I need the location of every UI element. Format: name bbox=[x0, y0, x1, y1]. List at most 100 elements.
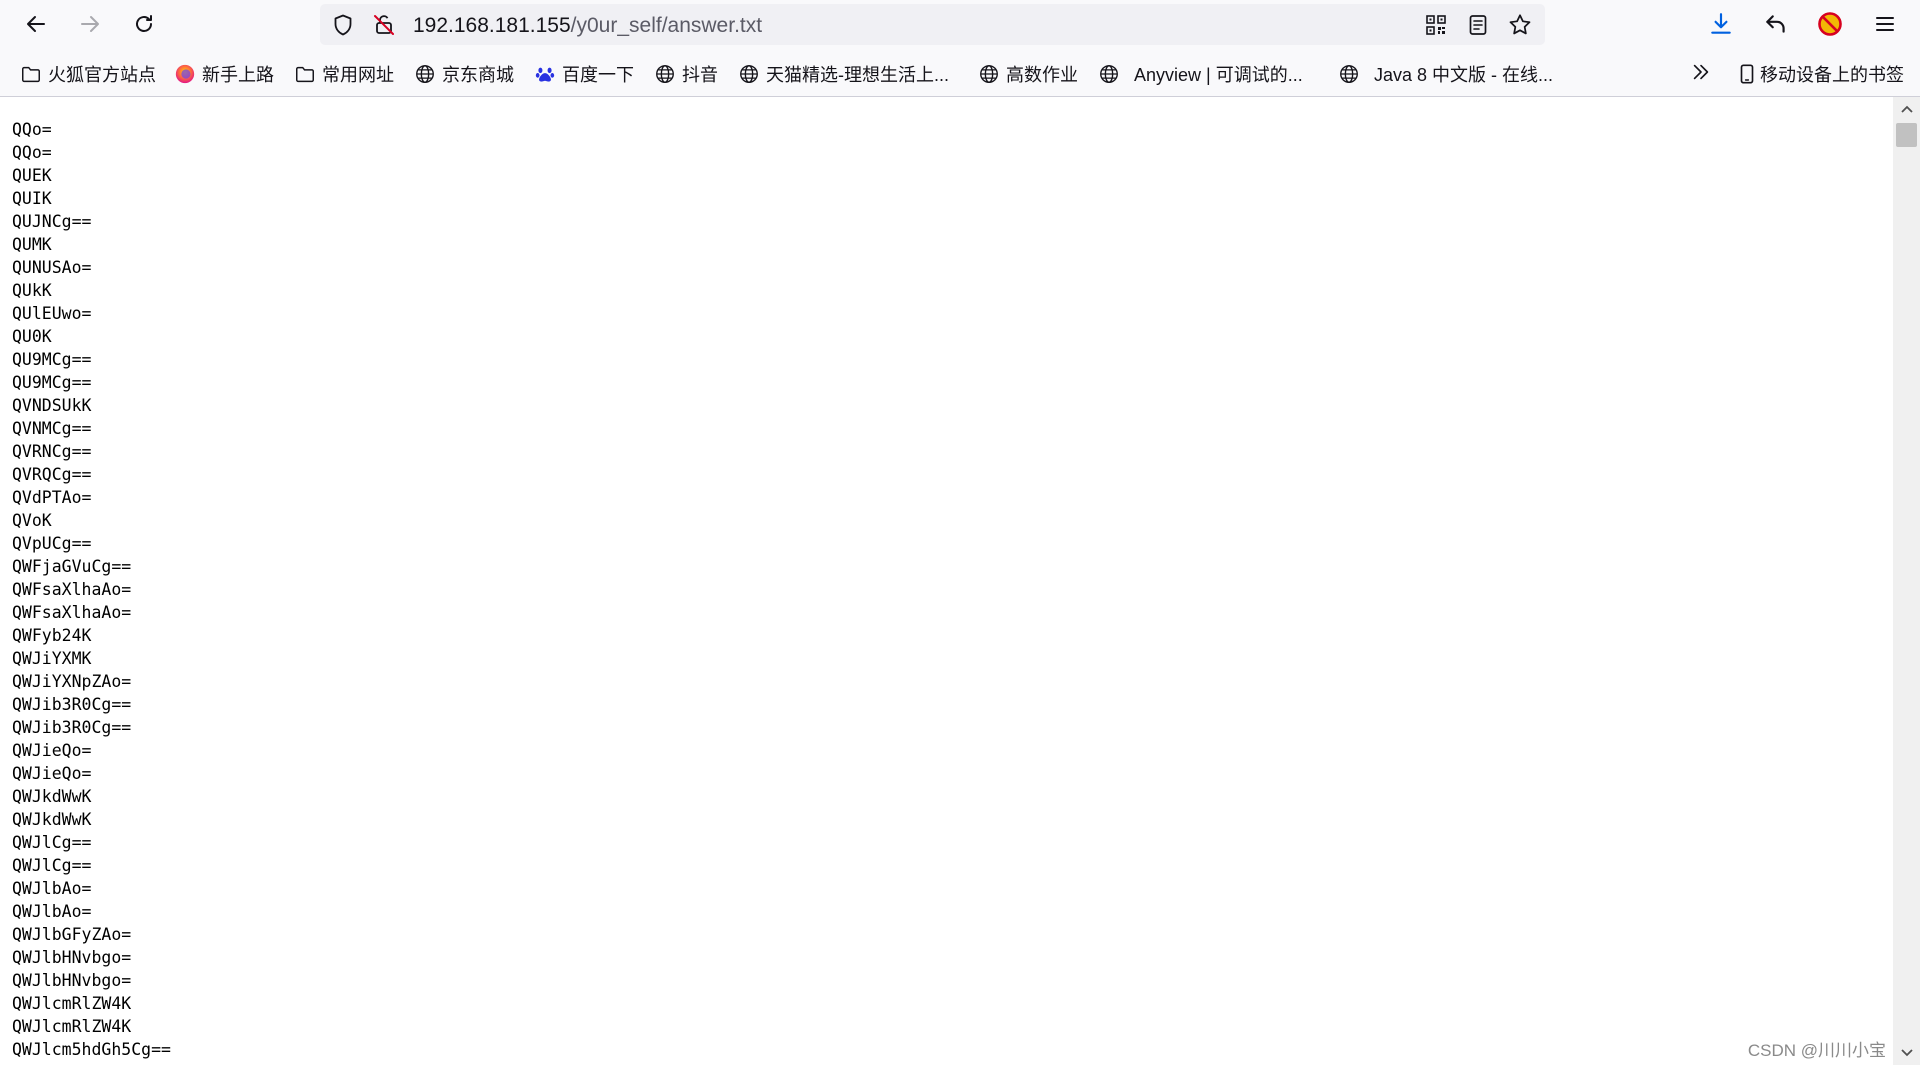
bookmark-item[interactable]: 抖音 bbox=[654, 61, 718, 87]
globe-icon bbox=[1338, 63, 1360, 85]
file-line: QVRQCg== bbox=[12, 465, 92, 484]
globe-icon bbox=[738, 63, 760, 85]
watermark-text: CSDN @川川小宝 bbox=[1747, 1041, 1886, 1060]
bookmark-item[interactable]: 火狐官方站点 bbox=[20, 61, 156, 87]
scroll-thumb[interactable] bbox=[1896, 123, 1917, 147]
file-line: QVRNCg== bbox=[12, 442, 92, 461]
file-line: QWJlbAo= bbox=[12, 879, 92, 898]
scroll-down-button[interactable] bbox=[1893, 1041, 1920, 1065]
bookmark-item[interactable]: 天猫精选-理想生活上... bbox=[738, 61, 949, 87]
chevron-up-icon bbox=[1900, 105, 1913, 113]
file-line: QVNMCg== bbox=[12, 419, 92, 438]
firefox-icon bbox=[174, 63, 196, 85]
bookmark-item[interactable]: 百度一下 bbox=[534, 61, 634, 87]
file-line: QWJib3R0Cg== bbox=[12, 718, 132, 737]
url-bar[interactable]: 192.168.181.155/y0ur_self/answer.txt bbox=[320, 4, 1545, 45]
bookmark-label: 常用网址 bbox=[322, 65, 394, 85]
file-line: QUlEUwo= bbox=[12, 304, 92, 323]
bookmark-item[interactable]: 京东商城 bbox=[414, 61, 514, 87]
bookmark-item[interactable]: Anyview | 可调试的... bbox=[1098, 61, 1303, 87]
hamburger-menu-icon bbox=[1876, 17, 1894, 31]
vertical-scrollbar[interactable] bbox=[1893, 97, 1920, 1065]
bookmark-item[interactable]: Java 8 中文版 - 在线... bbox=[1338, 61, 1553, 87]
file-line: QQo= bbox=[12, 120, 52, 139]
file-line: QUIK bbox=[12, 189, 52, 208]
chevron-down-icon bbox=[1900, 1049, 1913, 1057]
file-line: QWFsaXlhaAo= bbox=[12, 580, 132, 599]
bookmark-label: 抖音 bbox=[682, 65, 718, 85]
reload-icon bbox=[136, 15, 152, 32]
file-line: QUMK bbox=[12, 235, 52, 254]
file-line: QU9MCg== bbox=[12, 350, 92, 369]
file-line: QWFyb24K bbox=[12, 626, 92, 645]
file-line: QUkK bbox=[12, 281, 52, 300]
bookmark-label: 天猫精选-理想生活上... bbox=[766, 65, 949, 85]
file-line: QWJieQo= bbox=[12, 741, 92, 760]
file-line: QWJlbAo= bbox=[12, 902, 92, 921]
file-line: QVNDSUkK bbox=[12, 396, 92, 415]
file-line: QU0K bbox=[12, 327, 52, 346]
bookmark-label: Java 8 中文版 - 在线... bbox=[1374, 65, 1554, 85]
file-line: QWJkdWwK bbox=[12, 810, 92, 829]
file-line: QWJlbHNvbgo= bbox=[12, 948, 132, 967]
blocked-extension-icon bbox=[1818, 12, 1842, 36]
file-line: QWFsaXlhaAo= bbox=[12, 603, 132, 622]
bookmarks-overflow-button[interactable] bbox=[1690, 61, 1712, 87]
file-line: QWJlcm5hdGh5Cg== bbox=[12, 1040, 171, 1059]
file-line: QWJiYXNpZAo= bbox=[12, 672, 132, 691]
bookmark-star-icon[interactable] bbox=[1507, 12, 1533, 43]
double-chevron-right-icon bbox=[1690, 61, 1712, 88]
extension-button[interactable] bbox=[1813, 7, 1847, 41]
forward-button[interactable] bbox=[73, 7, 107, 41]
file-line: QWJlCg== bbox=[12, 833, 92, 852]
bookmark-item[interactable]: 常用网址 bbox=[294, 61, 394, 87]
scroll-up-button[interactable] bbox=[1893, 97, 1920, 121]
qr-code-icon[interactable] bbox=[1424, 13, 1448, 42]
shield-icon[interactable] bbox=[331, 13, 355, 42]
undo-close-tab-button[interactable] bbox=[1759, 7, 1793, 41]
bookmark-label: 京东商城 bbox=[442, 65, 514, 85]
file-line: QWFjaGVuCg== bbox=[12, 557, 132, 576]
globe-icon bbox=[414, 63, 436, 85]
bookmark-item[interactable]: 新手上路 bbox=[174, 61, 274, 87]
bookmark-label: 火狐官方站点 bbox=[48, 65, 156, 85]
file-line: QU9MCg== bbox=[12, 373, 92, 392]
browser-toolbar: 192.168.181.155/y0ur_self/answer.txt bbox=[0, 0, 1920, 49]
back-button[interactable] bbox=[19, 7, 53, 41]
reload-button[interactable] bbox=[127, 7, 161, 41]
globe-icon bbox=[978, 63, 1000, 85]
file-line: QWJieQo= bbox=[12, 764, 92, 783]
downloads-button[interactable] bbox=[1704, 7, 1738, 41]
file-line: QVdPTAo= bbox=[12, 488, 92, 507]
arrow-right-icon bbox=[81, 16, 99, 32]
url-text[interactable]: 192.168.181.155/y0ur_self/answer.txt bbox=[413, 14, 762, 38]
insecure-lock-icon[interactable] bbox=[372, 13, 396, 42]
file-text: QQo= QQo= QUEK QUIK QUJNCg== QUMK QUNUSAo= QUkK… bbox=[12, 118, 171, 1061]
folder-icon bbox=[20, 63, 42, 85]
reader-view-icon[interactable] bbox=[1466, 13, 1490, 42]
bookmark-item[interactable]: 高数作业 bbox=[978, 61, 1078, 87]
bookmark-label: 高数作业 bbox=[1006, 65, 1078, 85]
file-line: QWJlCg== bbox=[12, 856, 92, 875]
bookmark-label: 新手上路 bbox=[202, 65, 274, 85]
file-line: QVpUCg== bbox=[12, 534, 92, 553]
mobile-bookmarks-label: 移动设备上的书签 bbox=[1760, 65, 1904, 85]
file-line: QQo= bbox=[12, 143, 52, 162]
file-line: QWJkdWwK bbox=[12, 787, 92, 806]
url-path: /y0ur_self/answer.txt bbox=[570, 14, 763, 37]
file-line: QWJib3R0Cg== bbox=[12, 695, 132, 714]
file-line: QVoK bbox=[12, 511, 52, 530]
globe-icon bbox=[654, 63, 676, 85]
baidu-paw-icon bbox=[534, 63, 556, 85]
text-document-view: QQo= QQo= QUEK QUIK QUJNCg== QUMK QUNUSAo= QUkK… bbox=[0, 97, 1893, 1065]
file-line: QWJlbGFyZAo= bbox=[12, 925, 132, 944]
url-host: 192.168.181.155 bbox=[413, 14, 571, 37]
file-line: QUEK bbox=[12, 166, 52, 185]
file-line: QWJlcmRlZW4K bbox=[12, 1017, 132, 1036]
app-menu-button[interactable] bbox=[1868, 7, 1902, 41]
download-icon bbox=[1711, 13, 1731, 34]
bookmarks-toolbar: 火狐官方站点 新手上路 常用网址 京东商城 百度一下 抖音 天猫精选-理想生活上… bbox=[0, 49, 1920, 97]
globe-icon bbox=[1098, 63, 1120, 85]
file-line: QWJlbHNvbgo= bbox=[12, 971, 132, 990]
mobile-bookmarks-item[interactable]: 移动设备上的书签 bbox=[1736, 61, 1904, 87]
